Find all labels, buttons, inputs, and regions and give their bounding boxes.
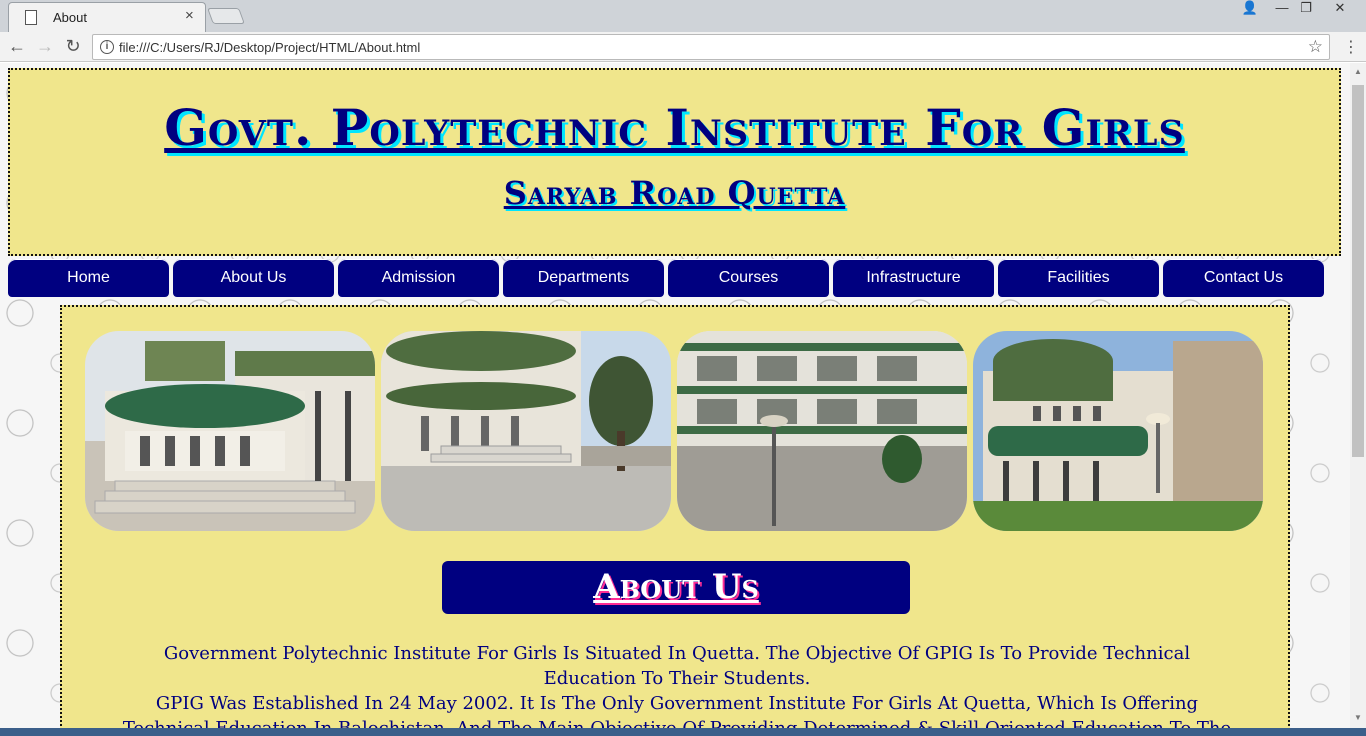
campus-photo-1 bbox=[85, 331, 375, 531]
url-text[interactable]: file:///C:/Users/RJ/Desktop/Project/HTML… bbox=[119, 40, 420, 55]
nav-about-us[interactable]: About Us bbox=[173, 259, 334, 297]
browser-menu-icon[interactable]: ⋮ bbox=[1343, 37, 1359, 57]
profile-icon[interactable]: 👤 bbox=[1236, 0, 1264, 18]
about-text: Government Polytechnic Institute For Gir… bbox=[122, 641, 1232, 728]
nav-courses[interactable]: Courses bbox=[668, 259, 829, 297]
windows-taskbar bbox=[0, 728, 1366, 736]
scrollbar-thumb[interactable] bbox=[1352, 85, 1364, 457]
vertical-scrollbar[interactable]: ▲ ▼ bbox=[1350, 63, 1366, 728]
page-subtitle: Saryab Road Quetta bbox=[503, 174, 846, 212]
close-window-button[interactable]: ✕ bbox=[1326, 0, 1354, 18]
close-tab-icon[interactable]: × bbox=[185, 7, 194, 24]
forward-button[interactable]: → bbox=[34, 36, 56, 57]
nav-contact-us[interactable]: Contact Us bbox=[1163, 259, 1324, 297]
browser-tab-bar: About × 👤 — ❐ ✕ bbox=[0, 0, 1366, 32]
browser-toolbar: ← → ↻ i file:///C:/Users/RJ/Desktop/Proj… bbox=[0, 32, 1366, 62]
campus-photo-2 bbox=[381, 331, 671, 531]
browser-tab[interactable]: About × bbox=[8, 2, 206, 32]
reload-button[interactable]: ↻ bbox=[62, 36, 84, 57]
main-nav: Home About Us Admission Departments Cour… bbox=[8, 259, 1328, 299]
new-tab-button[interactable] bbox=[207, 8, 245, 24]
address-bar[interactable]: i file:///C:/Users/RJ/Desktop/Project/HT… bbox=[92, 34, 1330, 60]
about-heading-box: About Us bbox=[442, 561, 910, 614]
back-button[interactable]: ← bbox=[6, 36, 28, 57]
scroll-down-arrow-icon[interactable]: ▼ bbox=[1354, 713, 1362, 722]
page-icon bbox=[25, 10, 37, 25]
campus-photo-3 bbox=[677, 331, 967, 531]
bookmark-star-icon[interactable]: ☆ bbox=[1308, 37, 1323, 57]
info-icon[interactable]: i bbox=[100, 40, 114, 54]
tab-title: About bbox=[53, 10, 87, 25]
about-paragraph-1: Government Polytechnic Institute For Gir… bbox=[163, 643, 1191, 689]
restore-button[interactable]: ❐ bbox=[1292, 0, 1320, 18]
nav-home[interactable]: Home bbox=[8, 259, 169, 297]
nav-infrastructure[interactable]: Infrastructure bbox=[833, 259, 994, 297]
nav-facilities[interactable]: Facilities bbox=[998, 259, 1159, 297]
about-heading: About Us bbox=[593, 567, 759, 607]
about-paragraph-2: GPIG Was Established In 24 May 2002. It … bbox=[123, 693, 1231, 728]
header-banner: Govt. Polytechnic Institute For Girls Sa… bbox=[8, 68, 1341, 256]
campus-photo-4 bbox=[973, 331, 1263, 531]
page-title: Govt. Polytechnic Institute For Girls bbox=[164, 98, 1185, 157]
content-panel: About Us Government Polytechnic Institut… bbox=[60, 305, 1290, 728]
nav-departments[interactable]: Departments bbox=[503, 259, 664, 297]
page-viewport: Govt. Polytechnic Institute For Girls Sa… bbox=[0, 63, 1350, 728]
scroll-up-arrow-icon[interactable]: ▲ bbox=[1354, 67, 1362, 76]
nav-admission[interactable]: Admission bbox=[338, 259, 499, 297]
